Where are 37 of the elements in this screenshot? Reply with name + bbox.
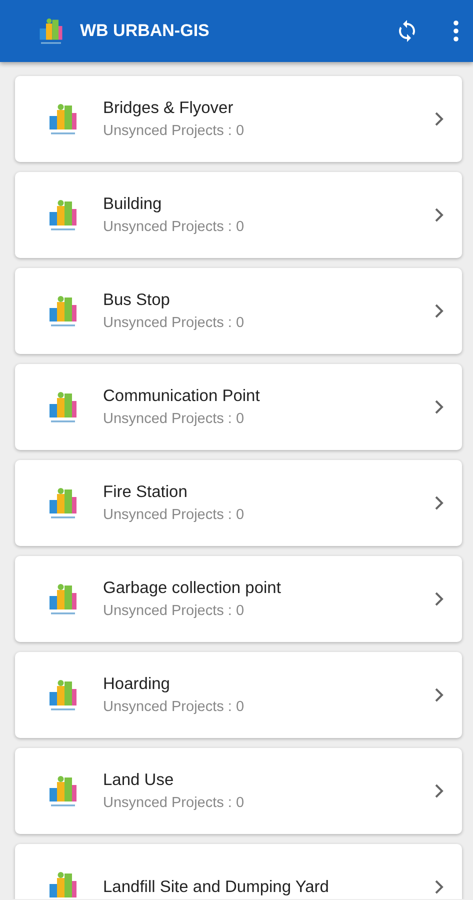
unsynced-count: Unsynced Projects : 0 [103, 411, 246, 428]
category-title: Communication Point [103, 386, 261, 406]
chevron-icon [434, 207, 444, 223]
chevron-icon [434, 687, 444, 703]
unsynced-count: Unsynced Projects : 0 [103, 795, 246, 812]
category-card[interactable]: Garbage collection point Unsynced Projects : 0 [15, 556, 462, 642]
category-title: Bus Stop [103, 290, 171, 310]
app-title: WB URBAN-GIS [80, 21, 210, 41]
chevron-icon [434, 399, 444, 415]
unsynced-count: Unsynced Projects : 0 [103, 315, 246, 332]
unsynced-count: Unsynced Projects : 0 [103, 219, 246, 236]
category-title: Garbage collection point [103, 578, 282, 598]
category-title: Building [103, 194, 163, 214]
unsynced-count: Unsynced Projects : 0 [103, 123, 246, 140]
category-title: Hoarding [103, 674, 171, 694]
category-card[interactable]: Bridges & Flyover Unsynced Projects : 0 [15, 76, 462, 162]
category-card[interactable]: Communication Point Unsynced Projects : 0 [15, 364, 462, 450]
chevron-icon [434, 783, 444, 799]
chevron-icon [434, 495, 444, 511]
category-title: Fire Station [103, 482, 188, 502]
category-card[interactable]: Building Unsynced Projects : 0 [15, 172, 462, 258]
category-card[interactable]: Fire Station Unsynced Projects : 0 [15, 460, 462, 546]
unsynced-count: Unsynced Projects : 0 [103, 699, 246, 716]
category-title: Landfill Site and Dumping Yard [103, 878, 330, 896]
unsynced-count: Unsynced Projects : 0 [103, 507, 246, 524]
unsynced-count: Unsynced Projects : 0 [103, 603, 246, 620]
chevron-icon [434, 303, 444, 319]
chevron-icon [434, 111, 444, 127]
category-title: Bridges & Flyover [103, 98, 234, 118]
more-menu-button[interactable] [453, 20, 459, 42]
category-card[interactable]: Hoarding Unsynced Projects : 0 [15, 652, 462, 738]
chevron-icon [434, 591, 444, 607]
chevron-icon [434, 879, 444, 895]
category-card[interactable]: Landfill Site and Dumping Yard [15, 844, 462, 899]
category-card[interactable]: Land Use Unsynced Projects : 0 [15, 748, 462, 834]
category-card[interactable]: Bus Stop Unsynced Projects : 0 [15, 268, 462, 354]
category-title: Land Use [103, 770, 175, 790]
